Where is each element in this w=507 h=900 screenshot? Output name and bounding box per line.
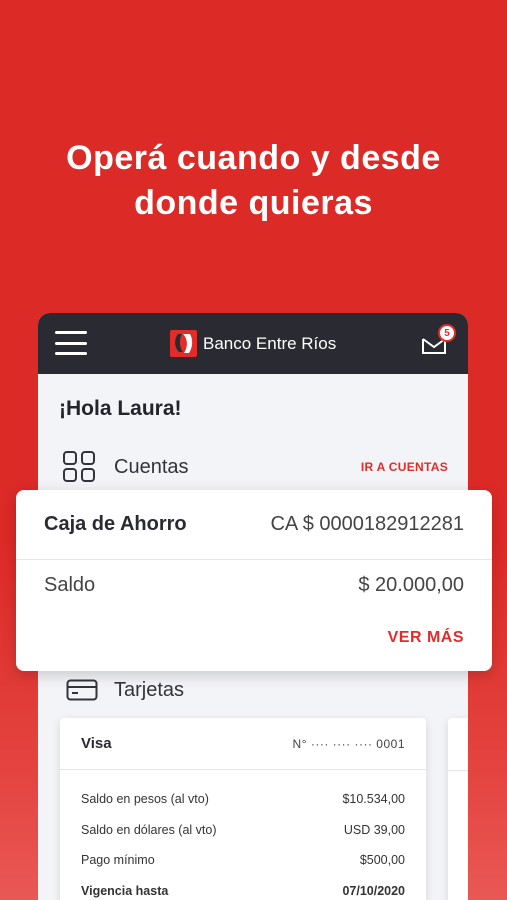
account-card-header: Caja de Ahorro CA $ 0000182912281: [16, 490, 492, 560]
bank-logo-icon: [170, 330, 197, 357]
cards-section-header: Tarjetas: [66, 675, 184, 705]
credit-card-row: Vigencia hasta 07/10/2020: [60, 876, 426, 900]
credit-card-icon: [66, 679, 98, 701]
balance-value: $ 20.000,00: [358, 573, 464, 596]
row-value: $10.534,00: [342, 792, 405, 807]
mail-badge: 5: [438, 324, 456, 342]
next-credit-card-peek[interactable]: [448, 718, 468, 900]
brand: Banco Entre Ríos: [170, 330, 336, 357]
account-number: CA $ 0000182912281: [270, 513, 464, 535]
accounts-section-header: Cuentas IR A CUENTAS: [62, 449, 448, 485]
greeting: ¡Hola Laura!: [59, 397, 182, 420]
account-card[interactable]: Caja de Ahorro CA $ 0000182912281 Saldo …: [16, 490, 492, 671]
credit-card-header: Visa N° ···· ···· ···· 0001: [60, 718, 426, 770]
row-label: Saldo en pesos (al vto): [81, 792, 209, 807]
credit-card-number: N° ···· ···· ···· 0001: [292, 736, 405, 751]
account-balance-row: Saldo $ 20.000,00: [16, 560, 492, 610]
credit-card-row: Pago mínimo $500,00: [60, 845, 426, 876]
credit-card-row: Saldo en dólares (al vto) USD 39,00: [60, 815, 426, 846]
accounts-grid-icon: [63, 451, 95, 482]
headline-line-1: Operá cuando y desde: [66, 139, 441, 177]
row-label: Saldo en dólares (al vto): [81, 822, 217, 837]
headline: Operá cuando y desde donde quieras: [0, 136, 507, 226]
see-more-link[interactable]: VER MÁS: [388, 629, 464, 647]
row-value: 07/10/2020: [342, 883, 405, 898]
row-label: Pago mínimo: [81, 853, 155, 868]
top-bar: Banco Entre Ríos 5: [38, 313, 468, 374]
credit-card-row: Saldo en pesos (al vto) $10.534,00: [60, 784, 426, 815]
row-label: Vigencia hasta: [81, 883, 169, 898]
account-type: Caja de Ahorro: [44, 513, 187, 535]
mail-button[interactable]: 5: [420, 324, 456, 356]
balance-label: Saldo: [44, 573, 96, 596]
row-value: USD 39,00: [343, 822, 405, 837]
cards-title: Tarjetas: [114, 678, 185, 701]
accounts-title: Cuentas: [114, 455, 189, 478]
headline-line-2: donde quieras: [134, 184, 373, 222]
row-value: $500,00: [359, 853, 405, 868]
hamburger-menu-icon[interactable]: [55, 331, 87, 355]
brand-name: Banco Entre Ríos: [203, 333, 337, 353]
credit-card-brand: Visa: [81, 735, 112, 752]
credit-card-summary[interactable]: Visa N° ···· ···· ···· 0001 Saldo en pes…: [60, 718, 426, 900]
go-to-accounts-link[interactable]: IR A CUENTAS: [361, 460, 448, 474]
